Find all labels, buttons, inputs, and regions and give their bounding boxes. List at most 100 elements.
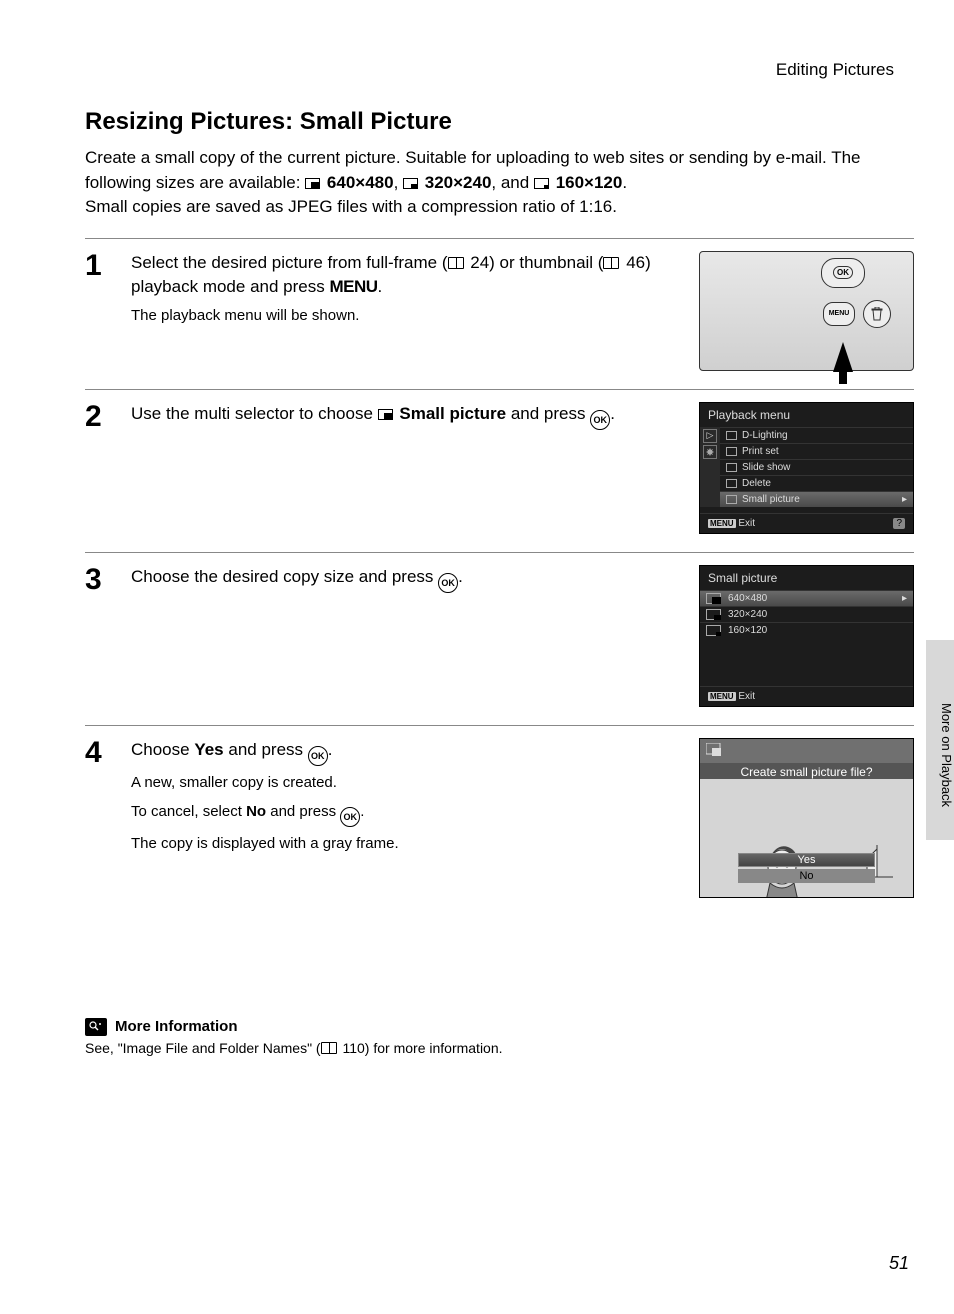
smallpic-icon	[706, 743, 722, 760]
dlighting-icon	[726, 431, 737, 440]
step-4-sub2: To cancel, select No and press OK.	[131, 801, 671, 828]
step-4-text: Choose Yes and press OK.	[131, 738, 671, 766]
t: and press	[506, 404, 590, 423]
menu-label: MENU	[329, 277, 377, 296]
ok-icon: OK	[438, 573, 458, 593]
t: Choose	[131, 740, 194, 759]
size-160: 160×120	[556, 173, 623, 192]
delete-icon	[726, 479, 737, 488]
step-number: 4	[85, 738, 113, 898]
t: .	[328, 740, 333, 759]
smallpic-icon	[726, 495, 737, 504]
lcd-size-menu: Small picture 640×480▸ 320×240 160×120 M…	[699, 565, 914, 707]
t: .	[610, 404, 615, 423]
t: Delete	[742, 478, 771, 489]
lcd-row: 160×120	[700, 622, 913, 638]
camera-illustration: OK MENU	[699, 251, 914, 371]
divider	[85, 552, 914, 553]
more-information: More Information See, "Image File and Fo…	[85, 1018, 914, 1056]
arrow-up-icon	[833, 342, 853, 372]
camera-ok-button: OK	[821, 258, 865, 288]
play-tab-icon: ▷	[703, 429, 717, 443]
step-number: 3	[85, 565, 113, 707]
printset-icon	[726, 447, 737, 456]
step-1: 1 Select the desired picture from full-f…	[85, 251, 914, 371]
t: 160×120	[728, 625, 767, 636]
t: Select the desired picture from full-fra…	[131, 253, 448, 272]
section-header: Editing Pictures	[85, 60, 914, 80]
lcd-sidebar: ▷	[700, 427, 720, 507]
t: and press	[224, 740, 308, 759]
step-1-text: Select the desired picture from full-fra…	[131, 251, 671, 299]
slideshow-icon	[726, 463, 737, 472]
intro-and: , and	[491, 173, 534, 192]
lcd-row: Delete	[720, 475, 913, 491]
divider	[85, 389, 914, 390]
exit-label: Exit	[738, 691, 755, 702]
lcd-playback-menu: Playback menu ▷ D-Lighting Print set Sli…	[699, 402, 914, 534]
lcd-row-selected: Small picture ▸	[720, 491, 913, 507]
chevron-right-icon: ▸	[902, 593, 907, 604]
ok-label: OK	[833, 266, 853, 279]
t: Small picture	[399, 404, 506, 423]
lcd-row: Print set	[720, 443, 913, 459]
step-1-sub: The playback menu will be shown.	[131, 305, 671, 328]
step-number: 2	[85, 402, 113, 534]
size-icon-160	[706, 625, 721, 636]
t: Small picture	[742, 494, 800, 505]
lcd-row: D-Lighting	[720, 427, 913, 443]
t: .	[458, 567, 463, 586]
divider	[85, 725, 914, 726]
step-3: 3 Choose the desired copy size and press…	[85, 565, 914, 707]
t: Yes	[194, 740, 223, 759]
t: .	[378, 277, 383, 296]
size-icon-640	[706, 593, 721, 604]
menu-label: MENU	[708, 692, 736, 701]
ok-icon: OK	[340, 807, 360, 827]
help-icon: ?	[893, 518, 905, 529]
setup-tab-icon	[703, 445, 717, 459]
t: D-Lighting	[742, 430, 788, 441]
divider	[85, 238, 914, 239]
size-icon-320	[403, 178, 418, 189]
page-number: 51	[889, 1253, 909, 1274]
book-icon	[603, 257, 619, 269]
lcd-title: Playback menu	[700, 403, 913, 427]
t: Print set	[742, 446, 779, 457]
small-picture-icon	[378, 409, 393, 420]
ok-icon: OK	[308, 746, 328, 766]
step-2: 2 Use the multi selector to choose Small…	[85, 402, 914, 534]
more-info-heading: More Information	[115, 1018, 238, 1035]
lcd-title: Small picture	[700, 566, 913, 590]
t: Use the multi selector to choose	[131, 404, 378, 423]
step-3-text: Choose the desired copy size and press O…	[131, 565, 671, 593]
t: 320×240	[728, 609, 767, 620]
step-number: 1	[85, 251, 113, 371]
manual-page: Editing Pictures Resizing Pictures: Smal…	[0, 0, 954, 1314]
intro-text-2: Small copies are saved as JPEG files wit…	[85, 195, 914, 220]
lcd-confirm: Create small picture file? Yes	[699, 738, 914, 898]
exit-label: Exit	[738, 518, 755, 529]
step-2-text: Use the multi selector to choose Small p…	[131, 402, 671, 430]
confirm-no: No	[738, 869, 875, 883]
step-4-sub3: The copy is displayed with a gray frame.	[131, 833, 671, 856]
t: 110) for more information.	[339, 1040, 503, 1056]
camera-trash-button	[863, 300, 891, 328]
t: No	[246, 803, 266, 820]
menu-label: MENU	[708, 519, 736, 528]
book-icon	[448, 257, 464, 269]
size-icon-160	[534, 178, 549, 189]
t: To cancel, select	[131, 803, 246, 820]
ok-icon: OK	[590, 410, 610, 430]
confirm-yes: Yes	[738, 853, 875, 867]
t: and press	[266, 803, 340, 820]
lcd-row: Slide show	[720, 459, 913, 475]
t: Slide show	[742, 462, 790, 473]
size-640: 640×480	[327, 173, 394, 192]
more-info-body: See, "Image File and Folder Names" ( 110…	[85, 1040, 914, 1056]
lcd-row: 320×240	[700, 606, 913, 622]
chevron-right-icon: ▸	[902, 494, 907, 505]
t: See, "Image File and Folder Names" (	[85, 1040, 321, 1056]
book-icon	[321, 1042, 337, 1054]
intro-text: Create a small copy of the current pictu…	[85, 146, 914, 220]
